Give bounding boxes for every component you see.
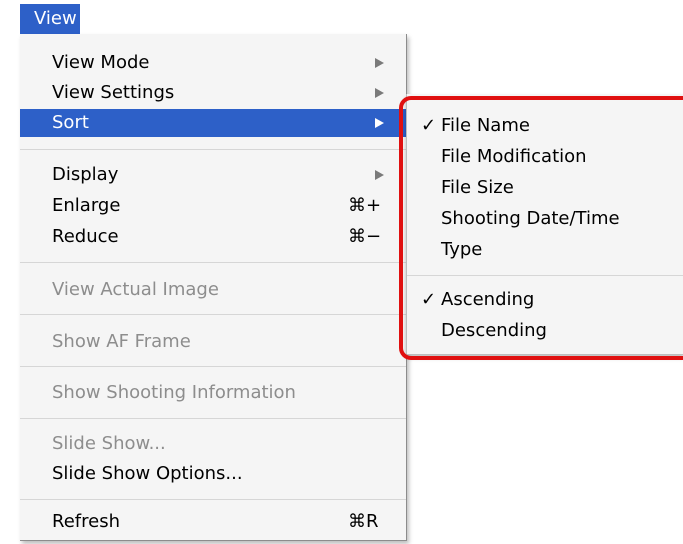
menu-item-label: Slide Show... xyxy=(52,433,166,454)
menu-item-view-mode[interactable]: View Mode xyxy=(20,49,406,77)
menu-item-label: View Mode xyxy=(52,52,150,73)
menu-item-label: Show Shooting Information xyxy=(52,382,296,403)
menu-separator xyxy=(20,149,406,150)
shortcut-text: ⌘R xyxy=(348,511,379,532)
shortcut-text: ⌘− xyxy=(348,226,382,247)
menu-item-reduce[interactable]: Reduce ⌘− xyxy=(20,223,406,251)
menu-item-view-actual-image: View Actual Image xyxy=(20,276,406,304)
menu-item-view-settings[interactable]: View Settings xyxy=(20,79,406,107)
menu-separator xyxy=(20,418,406,419)
menu-item-slide-show: Slide Show... xyxy=(20,430,406,458)
shortcut-text: ⌘+ xyxy=(348,195,382,216)
menu-separator xyxy=(20,366,406,367)
submenu-arrow-icon xyxy=(375,118,384,128)
menu-separator xyxy=(20,314,406,315)
menu-item-label: Display xyxy=(52,164,119,185)
menu-item-label: View Settings xyxy=(52,82,175,103)
menu-item-slide-show-options[interactable]: Slide Show Options... xyxy=(20,460,406,488)
submenu-arrow-icon xyxy=(375,58,384,68)
menu-item-label: Show AF Frame xyxy=(52,331,191,352)
menu-item-display[interactable]: Display xyxy=(20,161,406,189)
menu-item-show-shooting-information: Show Shooting Information xyxy=(20,379,406,407)
menu-separator xyxy=(20,262,406,263)
view-menu-title[interactable]: View xyxy=(20,4,80,34)
menu-item-label: Sort xyxy=(52,112,89,133)
view-menu: View Mode View Settings Sort Display Enl… xyxy=(20,34,407,541)
menu-item-sort[interactable]: Sort xyxy=(20,109,406,137)
menu-item-label: Enlarge xyxy=(52,195,121,216)
menu-item-show-af-frame: Show AF Frame xyxy=(20,328,406,356)
menu-item-label: Slide Show Options... xyxy=(52,463,243,484)
menu-item-enlarge[interactable]: Enlarge ⌘+ xyxy=(20,192,406,220)
menu-item-label: Refresh xyxy=(52,511,120,532)
submenu-arrow-icon xyxy=(375,170,384,180)
menu-separator xyxy=(20,499,406,500)
menu-item-refresh[interactable]: Refresh ⌘R xyxy=(20,508,406,536)
highlight-box xyxy=(399,96,683,360)
menu-item-label: Reduce xyxy=(52,226,119,247)
submenu-arrow-icon xyxy=(375,88,384,98)
menu-item-label: View Actual Image xyxy=(52,279,219,300)
